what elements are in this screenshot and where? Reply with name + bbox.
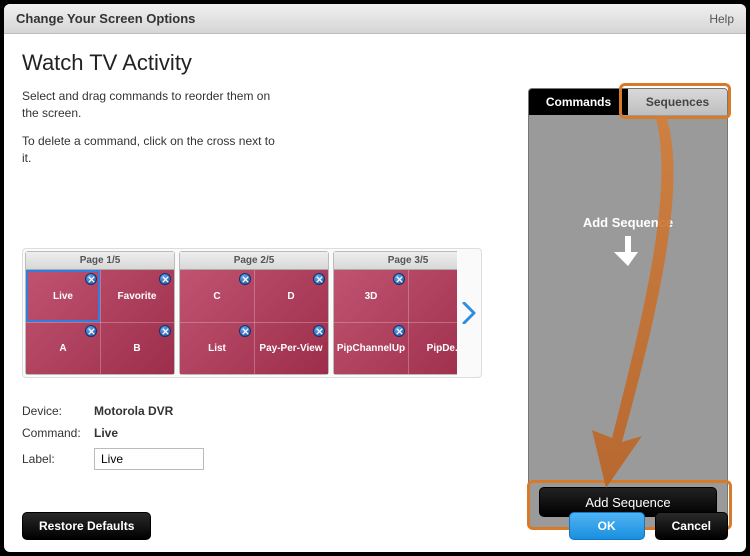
command-cell-list[interactable]: List [180,322,254,374]
chevron-right-icon [462,302,476,324]
delete-command-icon[interactable] [313,325,325,337]
cell-label: PipDe... [427,343,457,354]
page-card[interactable]: Page 1/5 Live Favorite A B [25,251,175,375]
cell-label: C [213,291,220,302]
titlebar: Change Your Screen Options Help [4,4,746,34]
command-cell-3d[interactable]: 3D [334,270,408,322]
panel-tabs: Commands Sequences [529,89,727,115]
ok-button[interactable]: OK [569,512,645,540]
cell-label: Favorite [118,291,157,302]
delete-command-icon[interactable] [239,273,251,285]
cell-label: Live [53,291,73,302]
cell-label: A [59,343,66,354]
restore-defaults-button[interactable]: Restore Defaults [22,512,151,540]
page-header: Page 2/5 [180,252,328,270]
instructions: Select and drag commands to reorder them… [22,88,282,168]
command-cell-ppv[interactable]: Pay-Per-View [254,322,328,374]
commands-panel: Commands Sequences Add Sequence Add Sequ… [528,88,728,528]
command-cell-favorite[interactable]: Favorite [100,270,174,322]
command-value: Live [94,426,118,440]
command-cell-d[interactable]: D [254,270,328,322]
dialog-window: Change Your Screen Options Help Watch TV… [4,4,746,552]
delete-command-icon[interactable] [239,325,251,337]
cancel-button[interactable]: Cancel [655,512,728,540]
carousel-inner: Page 1/5 Live Favorite A B Page 2/5 C D [23,249,457,377]
cell-label: Pay-Per-View [259,343,322,354]
carousel-next-button[interactable] [457,249,481,377]
delete-command-icon[interactable] [159,325,171,337]
label-input[interactable] [94,448,204,470]
command-cell-live[interactable]: Live [26,270,100,322]
delete-command-icon[interactable] [393,325,405,337]
tab-commands[interactable]: Commands [529,89,628,115]
tab-sequences[interactable]: Sequences [628,89,727,115]
delete-command-icon[interactable] [313,273,325,285]
cell-label: 3D [365,291,378,302]
page-grid: 3D PipChannelUp PipDe... [334,270,457,374]
command-cell-c[interactable]: C [180,270,254,322]
cell-label: List [208,343,226,354]
arrow-down-icon [614,236,642,266]
page-header: Page 3/5 [334,252,457,270]
pages-carousel: Page 1/5 Live Favorite A B Page 2/5 C D [22,248,482,378]
hint-label: Add Sequence [583,215,673,230]
command-cell-a[interactable]: A [26,322,100,374]
label-label: Label: [22,452,94,466]
cell-label: B [133,343,140,354]
command-cell-pipchup[interactable]: PipChannelUp [334,322,408,374]
command-cell-pipde[interactable]: PipDe... [408,322,457,374]
command-label: Command: [22,426,94,440]
instruction-line: To delete a command, click on the cross … [22,133,282,168]
page-card[interactable]: Page 3/5 3D PipChannelUp PipDe... [333,251,457,375]
page-grid: C D List Pay-Per-View [180,270,328,374]
page-title: Watch TV Activity [22,50,728,76]
panel-body: Add Sequence Add Sequence [529,115,727,527]
command-meta: Device: Motorola DVR Command: Live Label… [22,404,204,478]
cell-label: D [287,291,294,302]
device-value: Motorola DVR [94,404,173,418]
delete-command-icon[interactable] [393,273,405,285]
delete-command-icon[interactable] [159,273,171,285]
window-title: Change Your Screen Options [16,11,195,26]
cell-label: PipChannelUp [337,343,405,354]
device-label: Device: [22,404,94,418]
command-cell-b[interactable]: B [100,322,174,374]
add-sequence-hint: Add Sequence [529,215,727,266]
page-header: Page 1/5 [26,252,174,270]
page-card[interactable]: Page 2/5 C D List Pay-Per-View [179,251,329,375]
delete-command-icon[interactable] [85,325,97,337]
instruction-line: Select and drag commands to reorder them… [22,88,282,123]
command-cell-empty[interactable] [408,270,457,322]
page-grid: Live Favorite A B [26,270,174,374]
delete-command-icon[interactable] [85,273,97,285]
bottom-bar: Restore Defaults OK Cancel [22,512,728,540]
help-link[interactable]: Help [709,12,734,26]
